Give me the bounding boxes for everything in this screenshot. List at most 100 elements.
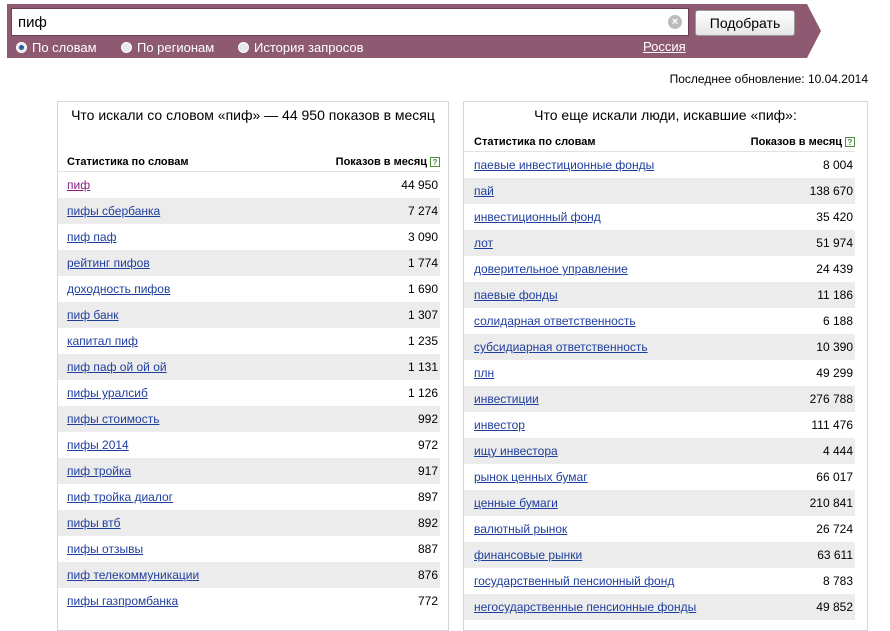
shows-count: 8 004 xyxy=(822,158,853,172)
phrase-link[interactable]: пиф тройка диалог xyxy=(67,490,173,504)
phrase-link[interactable]: паевые инвестиционные фонды xyxy=(474,158,654,172)
shows-count: 210 841 xyxy=(809,496,853,510)
table-row: пиф тройка диалог 897 xyxy=(58,484,440,510)
shows-count: 35 420 xyxy=(816,210,853,224)
shows-count: 63 611 xyxy=(817,548,853,562)
submit-button[interactable]: Подобрать xyxy=(695,10,795,36)
shows-count: 972 xyxy=(417,438,438,452)
table-row: рынок ценных бумаг 66 017 xyxy=(464,464,855,490)
phrase-link[interactable]: лот xyxy=(474,236,493,250)
phrase-link[interactable]: инвестор xyxy=(474,418,525,432)
table-row: инвестиционный фонд 35 420 xyxy=(464,204,855,230)
phrase-link[interactable]: валютный рынок xyxy=(474,522,567,536)
mode-query-history[interactable]: История запросов xyxy=(238,40,364,55)
shows-count: 26 724 xyxy=(816,522,853,536)
phrase-link[interactable]: финансовые рынки xyxy=(474,548,582,562)
table-row: пифы 2014 972 xyxy=(58,432,440,458)
table-row: негосударственные пенсионные фонды 49 852 xyxy=(464,594,855,620)
phrase-link[interactable]: ценные бумаги xyxy=(474,496,558,510)
mode-by-words[interactable]: По словам xyxy=(16,40,97,55)
phrase-link[interactable]: пифы газпромбанка xyxy=(67,594,178,608)
radio-icon[interactable] xyxy=(238,42,249,53)
related-panel-title: Что еще искали люди, искавшие «пиф»: xyxy=(534,107,797,123)
shows-count: 1 126 xyxy=(407,386,438,400)
phrase-link[interactable]: пифы отзывы xyxy=(67,542,143,556)
table-row: пифы сбербанка 7 274 xyxy=(58,198,440,224)
phrase-link[interactable]: ищу инвестора xyxy=(474,444,558,458)
shows-count: 8 783 xyxy=(822,574,853,588)
table-row: солидарная ответственность 6 188 xyxy=(464,308,855,334)
col-shows: Показов в месяц? xyxy=(336,156,440,168)
col-words-label: Статистика по словам xyxy=(67,155,189,168)
shows-count: 49 299 xyxy=(816,366,853,380)
shows-count: 4 444 xyxy=(822,444,853,458)
table-row: субсидиарная ответственность 10 390 xyxy=(464,334,855,360)
table-row: пиф банк 1 307 xyxy=(58,302,440,328)
phrase-link[interactable]: пифы 2014 xyxy=(67,438,129,452)
related-panel: Что еще искали люди, искавшие «пиф»: Ста… xyxy=(463,101,868,631)
search-input[interactable] xyxy=(11,8,689,36)
table-row: государственный пенсионный фонд 8 783 xyxy=(464,568,855,594)
shows-count: 11 186 xyxy=(817,288,853,302)
phrase-link[interactable]: государственный пенсионный фонд xyxy=(474,574,674,588)
phrase-link[interactable]: пифы сбербанка xyxy=(67,204,160,218)
phrase-link[interactable]: пиф xyxy=(67,178,90,192)
phrase-link[interactable]: инвестиции xyxy=(474,392,539,406)
help-icon[interactable]: ? xyxy=(430,156,440,167)
phrase-link[interactable]: пифы уралсиб xyxy=(67,386,148,400)
phrase-link[interactable]: доверительное управление xyxy=(474,262,628,276)
phrase-link[interactable]: пиф паф ой ой ой xyxy=(67,360,167,374)
phrase-link[interactable]: капитал пиф xyxy=(67,334,138,348)
col-shows: Показов в месяц? xyxy=(751,136,855,148)
phrase-link[interactable]: рейтинг пифов xyxy=(67,256,150,270)
phrase-link[interactable]: пиф тройка xyxy=(67,464,131,478)
radio-icon[interactable] xyxy=(16,42,27,53)
table-row: плн 49 299 xyxy=(464,360,855,386)
shows-count: 24 439 xyxy=(816,262,853,276)
phrase-link[interactable]: доходность пифов xyxy=(67,282,170,296)
phrase-link[interactable]: пай xyxy=(474,184,494,198)
phrase-link[interactable]: пиф банк xyxy=(67,308,119,322)
search-bar-arrow xyxy=(807,4,821,58)
shows-count: 1 235 xyxy=(407,334,438,348)
table-row: инвестиции 276 788 xyxy=(464,386,855,412)
shows-count: 10 390 xyxy=(816,340,853,354)
phrase-link[interactable]: негосударственные пенсионные фонды xyxy=(474,600,696,614)
shows-count: 992 xyxy=(417,412,438,426)
shows-count: 892 xyxy=(417,516,438,530)
shows-count: 887 xyxy=(417,542,438,556)
phrase-link[interactable]: солидарная ответственность xyxy=(474,314,636,328)
table-row: пиф тройка 917 xyxy=(58,458,440,484)
mode-label: История запросов xyxy=(254,40,364,55)
phrase-link[interactable]: плн xyxy=(474,366,494,380)
shows-count: 1 307 xyxy=(407,308,438,322)
phrase-link[interactable]: инвестиционный фонд xyxy=(474,210,601,224)
shows-count: 51 974 xyxy=(816,236,853,250)
phrase-link[interactable]: паевые фонды xyxy=(474,288,558,302)
clear-icon[interactable]: × xyxy=(668,15,682,29)
phrase-link[interactable]: пифы втб xyxy=(67,516,121,530)
table-row: пай 138 670 xyxy=(464,178,855,204)
mode-label: По словам xyxy=(32,40,97,55)
table-row: рейтинг пифов 1 774 xyxy=(58,250,440,276)
table-row: пифы отзывы 887 xyxy=(58,536,440,562)
shows-count: 3 090 xyxy=(407,230,438,244)
table-row: лот 51 974 xyxy=(464,230,855,256)
mode-by-regions[interactable]: По регионам xyxy=(121,40,214,55)
phrase-link[interactable]: пиф телекоммуникации xyxy=(67,568,199,582)
region-link[interactable]: Россия xyxy=(643,39,686,54)
table-row: паевые инвестиционные фонды 8 004 xyxy=(464,152,855,178)
phrase-link[interactable]: пиф паф xyxy=(67,230,116,244)
shows-count: 49 852 xyxy=(816,600,853,614)
shows-count: 772 xyxy=(417,594,438,608)
shows-count: 7 274 xyxy=(407,204,438,218)
shows-count: 6 188 xyxy=(822,314,853,328)
help-icon[interactable]: ? xyxy=(845,136,855,147)
shows-count: 897 xyxy=(417,490,438,504)
table-row: пиф телекоммуникации 876 xyxy=(58,562,440,588)
phrase-link[interactable]: субсидиарная ответственность xyxy=(474,340,648,354)
radio-icon[interactable] xyxy=(121,42,132,53)
phrase-link[interactable]: рынок ценных бумаг xyxy=(474,470,588,484)
col-words-label: Статистика по словам xyxy=(474,135,596,148)
phrase-link[interactable]: пифы стоимость xyxy=(67,412,159,426)
